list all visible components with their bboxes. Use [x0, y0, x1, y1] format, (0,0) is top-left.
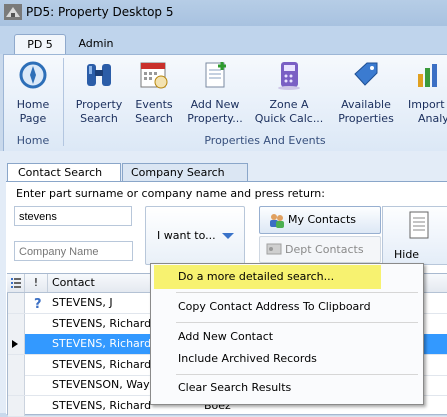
- binoculars-icon: [87, 64, 111, 86]
- dept-contacts-label: Dept Contacts: [285, 243, 364, 256]
- company-name-input[interactable]: Company Name: [14, 241, 133, 261]
- grid-header-selector[interactable]: [8, 274, 25, 292]
- menu-item-add-new-contact[interactable]: Add New Contact: [178, 330, 273, 343]
- home-label-2: Page: [19, 112, 47, 125]
- group-separator: [63, 58, 64, 146]
- tab-contact-search[interactable]: Contact Search: [7, 163, 121, 182]
- add-new-property-label-1: Add New: [190, 98, 240, 111]
- row-contact: STEVENS, J: [52, 296, 113, 309]
- home-page-button[interactable]: Home Page: [10, 60, 56, 126]
- menu-item-copy-address[interactable]: Copy Contact Address To Clipboard: [178, 300, 371, 313]
- menu-separator: [176, 292, 418, 293]
- property-search-label-2: Search: [80, 112, 118, 125]
- list-icon: [11, 278, 21, 288]
- group-label-home: Home: [16, 134, 50, 147]
- svg-text:?: ?: [34, 297, 42, 310]
- question-icon: ?: [34, 297, 42, 310]
- calendar-icon: [140, 62, 168, 89]
- available-properties-button[interactable]: Available Properties: [334, 60, 398, 126]
- row-contact: STEVENSON, Way: [52, 378, 150, 391]
- zone-a-label-2: Quick Calc...: [254, 112, 324, 125]
- search-instruction: Enter part surname or company name and p…: [16, 187, 325, 200]
- import-label-1: Import: [408, 98, 445, 111]
- home-label-1: Home: [16, 98, 50, 111]
- row-indicator: [8, 355, 25, 375]
- my-contacts-button[interactable]: My Contacts: [259, 206, 381, 234]
- group-label-properties-events: Properties And Events: [204, 134, 326, 147]
- events-search-label-2: Search: [135, 112, 173, 125]
- row-indicator: [8, 375, 25, 395]
- import-label-2: Analy: [418, 112, 447, 125]
- grid-header-contact[interactable]: Contact: [52, 274, 152, 292]
- menu-item-detailed-search[interactable]: Do a more detailed search...: [178, 270, 334, 283]
- add-new-property-button[interactable]: Add New Property...: [184, 60, 246, 126]
- hide-panel-button[interactable]: Hide Pane: [382, 206, 447, 274]
- menu-separator: [176, 322, 418, 323]
- panel-icon: [409, 211, 429, 239]
- grid-header-flag[interactable]: !: [25, 274, 48, 292]
- window-title: PD5: Property Desktop 5: [26, 5, 174, 19]
- property-search-button[interactable]: Property Search: [72, 60, 126, 126]
- ribbon-tab-admin[interactable]: Admin: [66, 34, 126, 54]
- app-icon: [4, 4, 22, 20]
- i-want-to-dropdown[interactable]: I want to...: [145, 206, 245, 265]
- ribbon-tab-pd5[interactable]: PD 5: [14, 34, 66, 55]
- property-search-label-1: Property: [75, 98, 123, 111]
- title-bar: PD5: Property Desktop 5: [0, 0, 447, 27]
- calculator-icon: [278, 62, 300, 90]
- row-indicator: [8, 293, 25, 313]
- menu-separator: [176, 374, 418, 375]
- new-document-icon: [205, 62, 226, 88]
- zone-a-quick-calc-button[interactable]: Zone A Quick Calc...: [254, 60, 324, 126]
- i-want-to-label: I want to...: [157, 229, 216, 242]
- events-search-button[interactable]: Events Search: [130, 60, 178, 126]
- chart-icon: [417, 64, 437, 87]
- import-analysis-button[interactable]: Import Analy: [402, 60, 447, 126]
- row-indicator: [8, 314, 25, 334]
- tag-icon: [354, 62, 378, 86]
- row-contact: STEVENS, Richard: [52, 399, 152, 412]
- row-contact: STEVENS, Richard: [52, 358, 152, 371]
- row-indicator: [8, 396, 25, 416]
- add-new-property-label-2: Property...: [187, 112, 243, 125]
- contacts-icon: [270, 214, 284, 228]
- current-row-arrow-icon: [12, 340, 18, 348]
- row-contact: STEVENS, Richard: [52, 317, 152, 330]
- my-contacts-label: My Contacts: [288, 213, 357, 226]
- compass-icon: [19, 61, 47, 89]
- events-search-label-1: Events: [135, 98, 173, 111]
- tab-company-search[interactable]: Company Search: [122, 163, 248, 182]
- menu-item-include-archived[interactable]: Include Archived Records: [178, 352, 317, 365]
- dept-contacts-button[interactable]: Dept Contacts: [259, 236, 381, 263]
- zone-a-label-1: Zone A: [269, 98, 309, 111]
- available-label-2: Properties: [338, 112, 394, 125]
- row-indicator: [8, 334, 25, 354]
- dept-icon: [266, 243, 282, 255]
- dropdown-arrow-icon: [222, 233, 234, 239]
- menu-item-clear-results[interactable]: Clear Search Results: [178, 381, 291, 394]
- surname-input[interactable]: stevens: [14, 206, 132, 226]
- available-label-1: Available: [341, 98, 391, 111]
- row-contact: STEVENS, Richard: [52, 337, 152, 350]
